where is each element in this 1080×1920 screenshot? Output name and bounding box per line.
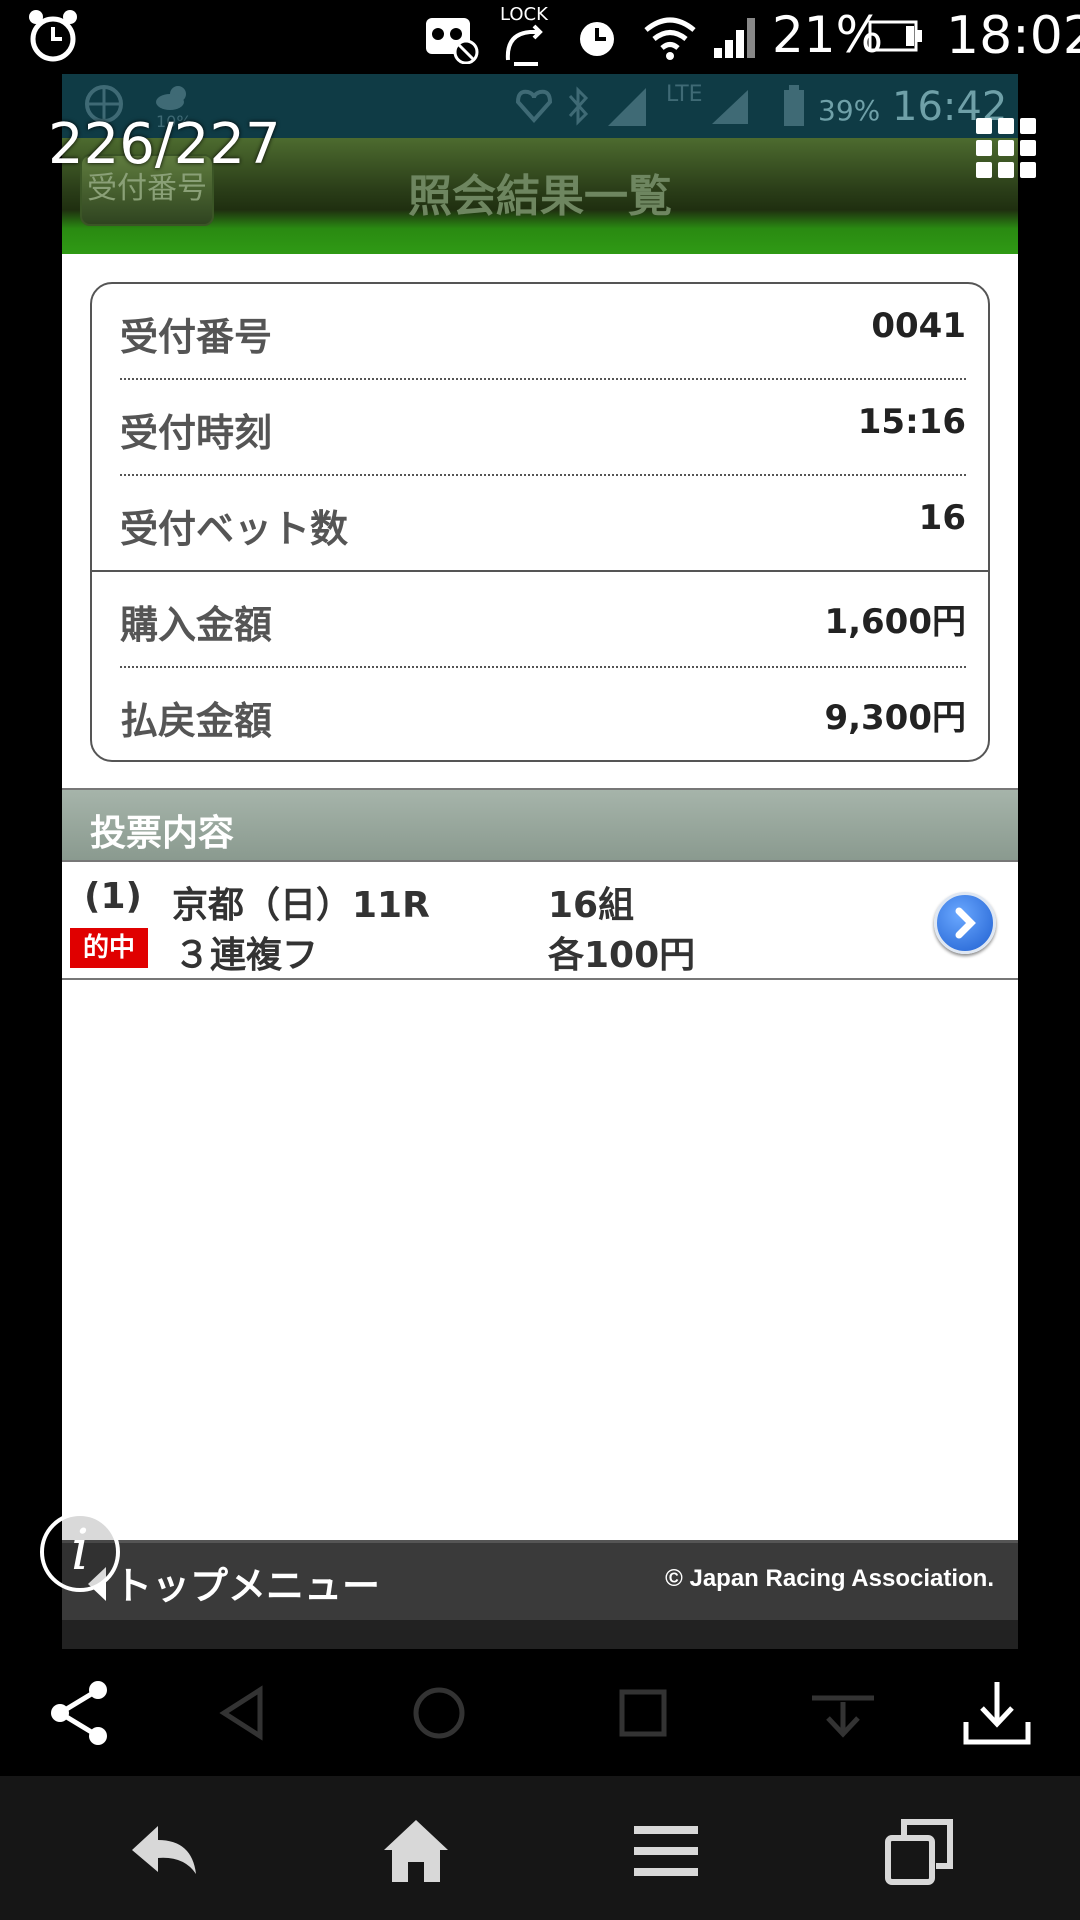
download-icon[interactable] (962, 1678, 1032, 1748)
receipt-number-value: 0041 (871, 306, 966, 346)
home-circle-icon[interactable] (404, 1678, 474, 1748)
unit-amount: 各100円 (548, 935, 696, 976)
signal-strength-icon (714, 18, 755, 58)
back-triangle-icon[interactable] (210, 1678, 280, 1748)
payout-amount-value: 9,300円 (824, 698, 966, 738)
bet-index: (1) (84, 876, 142, 917)
purchase-amount-value: 1,600円 (824, 602, 966, 642)
page-counter: 226/227 (48, 112, 281, 177)
lock-label: LOCK (500, 4, 548, 25)
info-icon[interactable]: i (40, 1512, 120, 1592)
voicemail-blocked-icon (426, 18, 479, 64)
bet-count-label: 受付ベット数 (120, 507, 349, 551)
device-status-bar: LOCK 21% 18:02 (0, 0, 1080, 74)
receipt-summary-card: 受付番号 0041 受付時刻 15:16 受付ベット数 16 購入金額 1,60… (90, 282, 990, 762)
inner-bottom-strip (62, 1620, 1018, 1649)
receipt-number-row: 受付番号 0041 (120, 284, 966, 380)
battery-percent: 21% (772, 6, 884, 64)
bluetooth-icon (568, 86, 589, 126)
chevron-right-icon[interactable] (934, 892, 996, 954)
weather-icon (156, 86, 186, 110)
copyright-text: © Japan Racing Association. (665, 1565, 994, 1592)
section-header: 投票内容 (62, 788, 1018, 862)
combination-count: 16組 (548, 885, 635, 926)
wifi-icon (608, 88, 646, 126)
alarm-clock-icon (29, 10, 77, 62)
hit-badge: 的中 (70, 928, 148, 968)
section-title: 投票内容 (90, 813, 235, 854)
network-type-label: LTE (666, 82, 703, 107)
battery-icon (868, 20, 922, 52)
system-navigation-bar (0, 1776, 1080, 1920)
wifi-icon (644, 17, 696, 60)
signal-strength-icon (712, 90, 748, 124)
bet-list-item[interactable]: (1) 京都（日）11R 16組 的中 ３連複フ 各100円 (62, 864, 1018, 980)
race-name: 京都（日）11R (172, 885, 430, 926)
collapse-icon[interactable] (808, 1678, 878, 1748)
top-menu-link[interactable]: トップメニュー (114, 1555, 380, 1610)
bet-count-row: 受付ベット数 16 (120, 476, 966, 572)
inner-battery-percent: 39% (818, 94, 881, 127)
payout-amount-row: 払戻金額 9,300円 (120, 668, 966, 764)
payout-amount-label: 払戻金額 (120, 699, 273, 743)
purchase-amount-label: 購入金額 (120, 603, 273, 647)
recent-apps-icon[interactable] (608, 1678, 678, 1748)
purchase-amount-row: 購入金額 1,600円 (120, 572, 966, 668)
clock-icon (580, 22, 614, 56)
status-time: 18:02 (946, 6, 1080, 66)
app-footer: トップメニュー © Japan Racing Association. (62, 1540, 1018, 1620)
menu-icon[interactable] (628, 1816, 704, 1886)
heart-sync-icon (515, 89, 553, 124)
bet-type: ３連複フ (174, 935, 319, 976)
receipt-time-row: 受付時刻 15:16 (120, 380, 966, 476)
grid-view-icon[interactable] (976, 118, 1036, 178)
viewer-action-bar (0, 1650, 1080, 1776)
screen-lock-rotation-icon (505, 24, 543, 66)
recent-apps-icon[interactable] (880, 1816, 956, 1886)
battery-icon (784, 85, 804, 126)
receipt-number-label: 受付番号 (120, 315, 273, 359)
receipt-time-value: 15:16 (857, 402, 966, 442)
bet-count-value: 16 (918, 498, 966, 538)
app-screenshot: 10% LTE 39% 16:42 受付番号 照会結果一覧 受付番号 0041 (62, 74, 1018, 1649)
receipt-time-label: 受付時刻 (120, 411, 273, 455)
home-icon[interactable] (378, 1816, 454, 1886)
reply-back-icon[interactable] (126, 1816, 202, 1886)
share-icon[interactable] (46, 1678, 116, 1748)
